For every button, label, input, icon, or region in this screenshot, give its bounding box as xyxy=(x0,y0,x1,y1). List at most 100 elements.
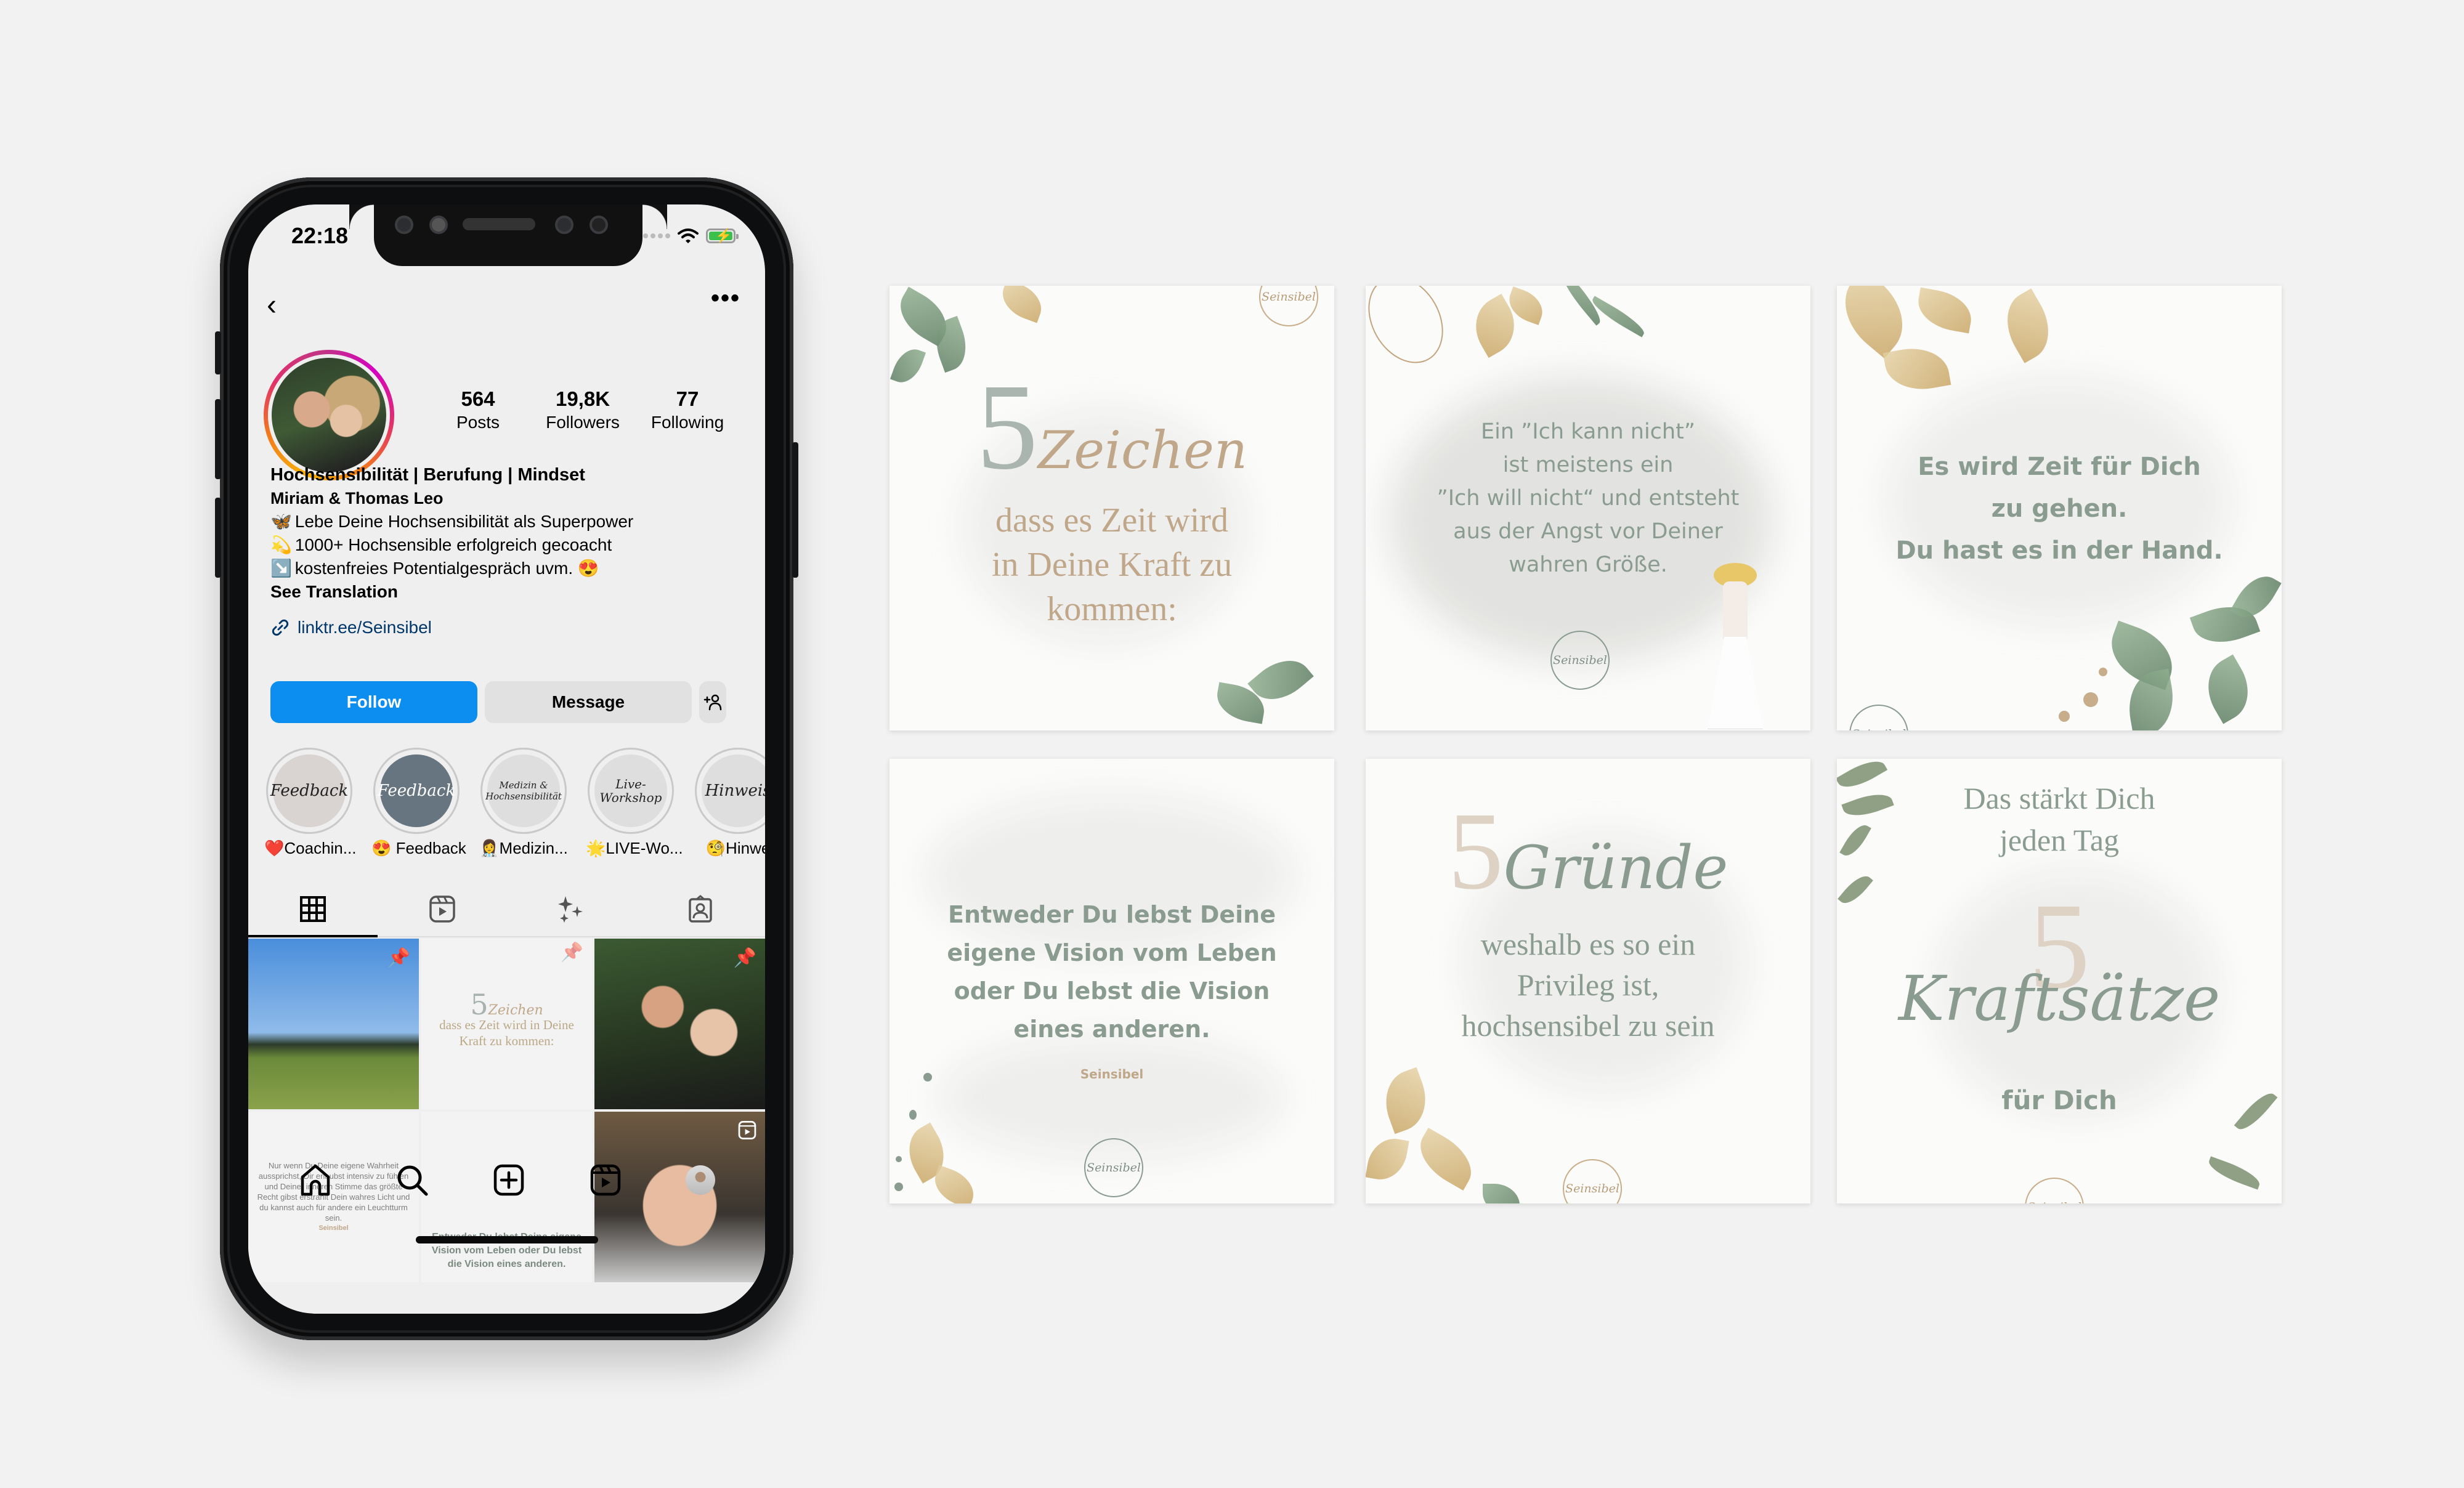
post-card-zeit-fuer-dich[interactable]: Seinsibel Es wird Zeit für Dich zu gehen… xyxy=(1837,286,2282,730)
post-card-zeichen[interactable]: Seinsibel 5Zeichen dass es Zeit wird in … xyxy=(890,286,1334,730)
dizzy-star-icon: 💫 xyxy=(270,535,292,554)
highlight-cover: Feedback xyxy=(378,754,455,827)
tagged-user-icon xyxy=(689,895,712,923)
link-text[interactable]: linktr.ee/Seinsibel xyxy=(298,616,432,639)
seinsibel-logo: Seinsibel xyxy=(1563,1159,1622,1203)
highlight-label: 😍 Feedback xyxy=(371,839,466,857)
post-big-number: 5 xyxy=(470,987,488,1021)
tab-tagged[interactable] xyxy=(636,882,765,936)
reels-icon[interactable] xyxy=(589,1163,622,1197)
stat-following[interactable]: 77 Following xyxy=(632,387,743,434)
leaf-decoration xyxy=(2123,668,2179,730)
gold-dot xyxy=(2099,668,2107,676)
home-icon[interactable] xyxy=(299,1163,332,1197)
post-title: Das stärkt Dich jeden Tag xyxy=(1837,777,2282,861)
grid-post[interactable]: 📌 xyxy=(594,939,765,1109)
highlight-coaching[interactable]: Feedback ❤️Coachin... xyxy=(264,748,357,858)
leaf-decoration xyxy=(1882,342,1951,396)
bio-line: 🦋 Lebe Deine Hochsensibilität als Superp… xyxy=(270,510,751,533)
leaf-decoration xyxy=(996,286,1048,323)
post-line: zu gehen. xyxy=(1991,495,2128,523)
post-line: Du hast es in der Hand. xyxy=(1895,536,2223,565)
tab-reels[interactable] xyxy=(378,882,507,936)
post-text: dass es Zeit wird in Deine Kraft zu komm… xyxy=(439,1017,574,1048)
grid-post[interactable]: 📌 xyxy=(248,939,419,1109)
post-line: eigene Vision vom Leben xyxy=(947,939,1277,966)
profile-link[interactable]: linktr.ee/Seinsibel xyxy=(270,616,751,639)
profile-actions: Follow Message xyxy=(270,681,726,723)
post-line: in Deine Kraft zu xyxy=(991,546,1233,584)
see-translation-link[interactable]: See Translation xyxy=(270,580,751,604)
post-line: Es wird Zeit für Dich xyxy=(1918,453,2201,481)
post-body: Es wird Zeit für Dich zu gehen. Du hast … xyxy=(1837,446,2282,572)
big-number: 5 xyxy=(976,359,1039,495)
plus-square-icon[interactable] xyxy=(492,1163,525,1197)
bio-text: 1000+ Hochsensible erfolgreich gecoacht xyxy=(294,535,612,554)
grid-post[interactable]: 5Zeichen dass es Zeit wird in Deine Kraf… xyxy=(421,939,592,1109)
highlight-hinweis[interactable]: Hinweis 🧐Hinwe xyxy=(693,748,765,858)
highlight-medizin[interactable]: Medizin & Hochsensibilität 👩‍⚕️Medizin..… xyxy=(479,748,569,858)
chevron-left-icon[interactable]: ‹ xyxy=(267,288,277,322)
leaf-decoration xyxy=(1993,288,2062,363)
post-card-kraftsaetze[interactable]: Seinsibel Das stärkt Dich jeden Tag 5 Kr… xyxy=(1837,759,2282,1203)
avatar-story-ring[interactable] xyxy=(264,350,394,480)
post-line: dass es Zeit wird xyxy=(995,501,1228,540)
reels-icon xyxy=(429,896,455,923)
pin-icon: 📌 xyxy=(387,948,410,968)
post-body: Entweder Du lebst Deine eigene Vision vo… xyxy=(890,896,1334,1048)
post-line: hochsensibel zu sein xyxy=(1461,1008,1715,1043)
message-button[interactable]: Message xyxy=(485,681,692,723)
highlight-label: ❤️Coachin... xyxy=(264,839,357,857)
post-title: 5Zeichen xyxy=(890,366,1334,489)
illustration-dress xyxy=(1708,637,1763,729)
arrow-down-right-icon: ↘️ xyxy=(270,559,292,578)
posts-grid: 📌 5Zeichen dass es Zeit wird in Deine Kr… xyxy=(248,939,765,1282)
post-card-gruende[interactable]: Seinsibel 5Gründe weshalb es so ein Priv… xyxy=(1366,759,1810,1203)
bio-text: Lebe Deine Hochsensibilität als Superpow… xyxy=(294,512,634,531)
tab-posts-grid[interactable] xyxy=(248,882,378,937)
profile-top-nav: ‹ ••• xyxy=(248,285,765,328)
highlight-live-workshop[interactable]: Live-Workshop 🌟LIVE-Wo... xyxy=(586,748,683,858)
highlight-cover: Hinweis xyxy=(702,754,765,827)
sage-dot xyxy=(896,1156,902,1162)
home-indicator[interactable] xyxy=(416,1236,598,1243)
posts-label: Posts xyxy=(456,413,500,432)
phone-mockup: 22:18 ⚡ ‹ ••• 564 Posts 19,8K Followers … xyxy=(215,177,798,1340)
front-camera xyxy=(555,216,573,234)
stat-followers[interactable]: 19,8K Followers xyxy=(527,387,638,434)
more-horizontal-icon[interactable]: ••• xyxy=(711,285,740,312)
gold-dot xyxy=(2083,692,2098,707)
follow-button[interactable]: Follow xyxy=(270,681,477,723)
suggested-users-button[interactable] xyxy=(699,681,726,723)
post-line: Ein ”Ich kann nicht” xyxy=(1481,419,1695,444)
post-line: wahren Größe. xyxy=(1509,552,1668,577)
profile-name: Miriam & Thomas Leo xyxy=(270,489,444,507)
post-card-ich-kann-nicht[interactable]: Seinsibel Ein ”Ich kann nicht” ist meist… xyxy=(1366,286,1810,730)
post-line: weshalb es so ein xyxy=(1480,927,1696,961)
volume-up-button xyxy=(215,399,221,479)
earpiece-speaker xyxy=(463,218,535,230)
bottom-navigation xyxy=(248,1143,765,1217)
notch xyxy=(374,204,642,266)
post-card-vision[interactable]: Seinsibel Entweder Du lebst Deine eigene… xyxy=(890,759,1334,1203)
sage-dot xyxy=(909,1110,917,1120)
profile-avatar[interactable] xyxy=(685,1165,715,1195)
volume-down-button xyxy=(215,498,221,578)
post-signature: Seinsibel xyxy=(318,1224,349,1232)
profile-headline: Hochsensibilität | Berufung | Mindset xyxy=(270,465,585,485)
posts-count: 564 xyxy=(461,387,495,410)
leaf-decoration xyxy=(1914,287,1976,334)
tab-effects[interactable] xyxy=(507,882,636,936)
profile-bio: Hochsensibilität | Berufung | Mindset Mi… xyxy=(270,463,751,639)
post-body: weshalb es so ein Privileg ist, hochsens… xyxy=(1366,924,1810,1046)
stat-posts[interactable]: 564 Posts xyxy=(423,387,533,434)
search-icon[interactable] xyxy=(395,1163,429,1197)
highlight-label: 👩‍⚕️Medizin... xyxy=(479,839,568,857)
highlight-feedback[interactable]: Feedback 😍 Feedback xyxy=(371,748,466,858)
post-script-word: Zeichen xyxy=(488,1002,543,1018)
status-time: 22:18 xyxy=(291,223,349,248)
post-signature: Seinsibel xyxy=(1080,1067,1144,1082)
post-line: ist meistens ein xyxy=(1502,453,1674,477)
post-line: oder Du lebst die Vision xyxy=(954,977,1270,1005)
seinsibel-logo: Seinsibel xyxy=(1849,705,1908,730)
